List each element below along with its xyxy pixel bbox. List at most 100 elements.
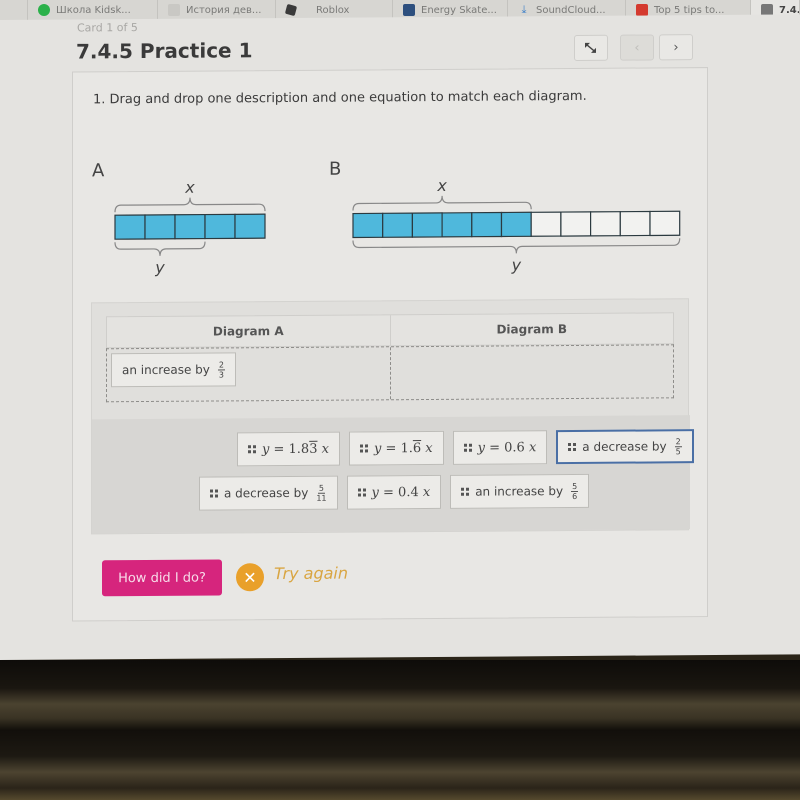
phet-icon: [403, 4, 415, 16]
coefficient: 1.: [400, 440, 413, 456]
tape-unit-shaded: [411, 212, 443, 238]
diagram-b-label: B: [329, 158, 342, 180]
expand-button[interactable]: [574, 34, 608, 61]
fraction: 5 11: [316, 483, 327, 503]
equals-sign: =: [383, 484, 399, 500]
drag-handle-icon: [568, 442, 577, 452]
answer-bank-row: y = 1.83 xy = 1.6 xy = 0.6 xa decrease b…: [237, 429, 694, 467]
equation-card[interactable]: y = 1.6 x: [348, 430, 444, 466]
tape-unit-shaded: [174, 213, 206, 240]
tape-unit-empty: [590, 211, 621, 237]
prev-card-button[interactable]: ‹: [620, 34, 654, 61]
fraction-numerator: 2: [674, 436, 682, 447]
answer-bank: y = 1.83 xy = 1.6 xy = 0.6 xa decrease b…: [92, 415, 694, 534]
tape-unit-shaded: [352, 212, 384, 239]
fraction-denominator: 6: [572, 491, 578, 501]
description-card[interactable]: an increase by 2 3: [111, 352, 236, 388]
coefficient: 0.4: [398, 484, 419, 500]
tape-unit-shaded: [144, 214, 176, 240]
tape-diagram-a: xy: [114, 178, 266, 277]
roblox-icon: [284, 3, 298, 17]
matching-table: Diagram A Diagram B an increase by 2 3: [106, 312, 674, 403]
description-text: an increase by: [122, 362, 210, 378]
matching-header: Diagram A Diagram B: [106, 312, 674, 349]
diagram-a-label: A: [92, 160, 105, 182]
browser-tab-blank[interactable]: [0, 0, 28, 20]
drag-handle-icon: [359, 444, 368, 453]
green-circle-icon: [38, 4, 50, 16]
fraction-numerator: 5: [571, 481, 579, 492]
description-card[interactable]: a decrease by 5 11: [199, 475, 338, 511]
card-counter: Card 1 of 5: [77, 21, 138, 35]
sk-logo-icon: [636, 4, 648, 16]
try-again-text: Try again: [274, 563, 349, 584]
column-header-diagram-b: Diagram B: [496, 322, 568, 337]
equation-text: y = 0.4 x: [372, 484, 431, 499]
variable-y: y: [262, 441, 274, 457]
tape-unit-empty: [649, 210, 681, 237]
tape-unit-shaded: [204, 213, 236, 240]
tape-unit-empty: [560, 211, 592, 237]
variable-y: y: [373, 440, 386, 456]
fraction: 23: [217, 359, 225, 379]
page: Card 1 of 5 7.4.5 Practice 1 ‹ › 1. Drag…: [0, 14, 800, 660]
label-x: x: [184, 178, 195, 197]
tape-unit-shaded: [471, 211, 503, 238]
chevron-left-icon: ‹: [634, 40, 640, 56]
expand-arrows-icon: [585, 42, 596, 53]
answer-bank-row: a decrease by 5 11 y = 0.4 x an increase by 5…: [199, 473, 590, 511]
page-title: 7.4.5 Practice 1: [76, 38, 253, 64]
fraction-numerator: 2: [217, 359, 225, 370]
brace-x: [352, 195, 532, 211]
drag-handle-icon: [461, 487, 470, 496]
drop-zone-diagram-a[interactable]: an increase by 2 3: [107, 347, 391, 402]
equals-sign: =: [273, 441, 289, 457]
x-circle-icon: ✕: [236, 563, 264, 592]
equation-text: y = 1.6 x: [374, 440, 433, 455]
tape-unit-shaded: [500, 211, 532, 238]
description-text: a decrease by: [224, 485, 309, 501]
equation-card[interactable]: y = 1.83 x: [237, 431, 340, 467]
question-text: 1. Drag and drop one description and one…: [93, 88, 587, 108]
browser-tab[interactable]: История дев...: [158, 0, 276, 20]
download-icon: ⤓: [521, 3, 527, 16]
brace-x: [114, 197, 266, 213]
document-icon: [168, 4, 180, 16]
variable-x: x: [421, 440, 433, 456]
equation-text: y = 1.83 x: [262, 441, 329, 456]
tape-unit-shaded: [441, 212, 473, 238]
brace-y: [114, 241, 206, 256]
coefficient: 0.6: [504, 439, 525, 455]
label-x: x: [436, 176, 447, 195]
fraction-denominator: 11: [316, 493, 327, 503]
variable-x: x: [317, 441, 329, 457]
variable-x: x: [418, 484, 431, 500]
drag-handle-icon: [210, 489, 218, 498]
tape-unit-empty: [619, 210, 651, 237]
drag-handle-icon: [248, 445, 256, 454]
question-panel: 1. Drag and drop one description and one…: [72, 67, 708, 622]
equals-sign: =: [385, 440, 401, 456]
equation-card[interactable]: y = 0.4 x: [346, 474, 442, 510]
fraction-numerator: 5: [317, 483, 325, 494]
equals-sign: =: [489, 439, 505, 456]
chevron-right-icon: ›: [673, 39, 679, 55]
browser-tab[interactable]: Школа Kidsk...: [28, 0, 158, 20]
description-text: a decrease by: [582, 439, 667, 454]
tape-unit-empty: [530, 211, 562, 237]
matching-area: Diagram A Diagram B an increase by 2 3 y =…: [91, 298, 694, 535]
description-card[interactable]: a decrease by 2 5: [556, 429, 694, 465]
equation-card[interactable]: y = 0.6 x: [452, 430, 548, 465]
tape-unit-shaded: [114, 214, 146, 240]
how-did-i-do-button[interactable]: How did I do?: [102, 559, 222, 597]
next-card-button[interactable]: ›: [659, 34, 693, 61]
drop-zone-diagram-b[interactable]: [391, 345, 674, 399]
description-card[interactable]: an increase by 5 6: [450, 473, 590, 509]
fraction-denominator: 3: [218, 369, 224, 379]
repeating-digit: 6: [412, 440, 422, 456]
drag-handle-icon: [357, 488, 366, 497]
monitor-bezel: [0, 660, 800, 800]
fraction-denominator: 5: [675, 446, 681, 456]
description-text: an increase by: [475, 484, 564, 499]
variable-y: y: [477, 440, 490, 456]
